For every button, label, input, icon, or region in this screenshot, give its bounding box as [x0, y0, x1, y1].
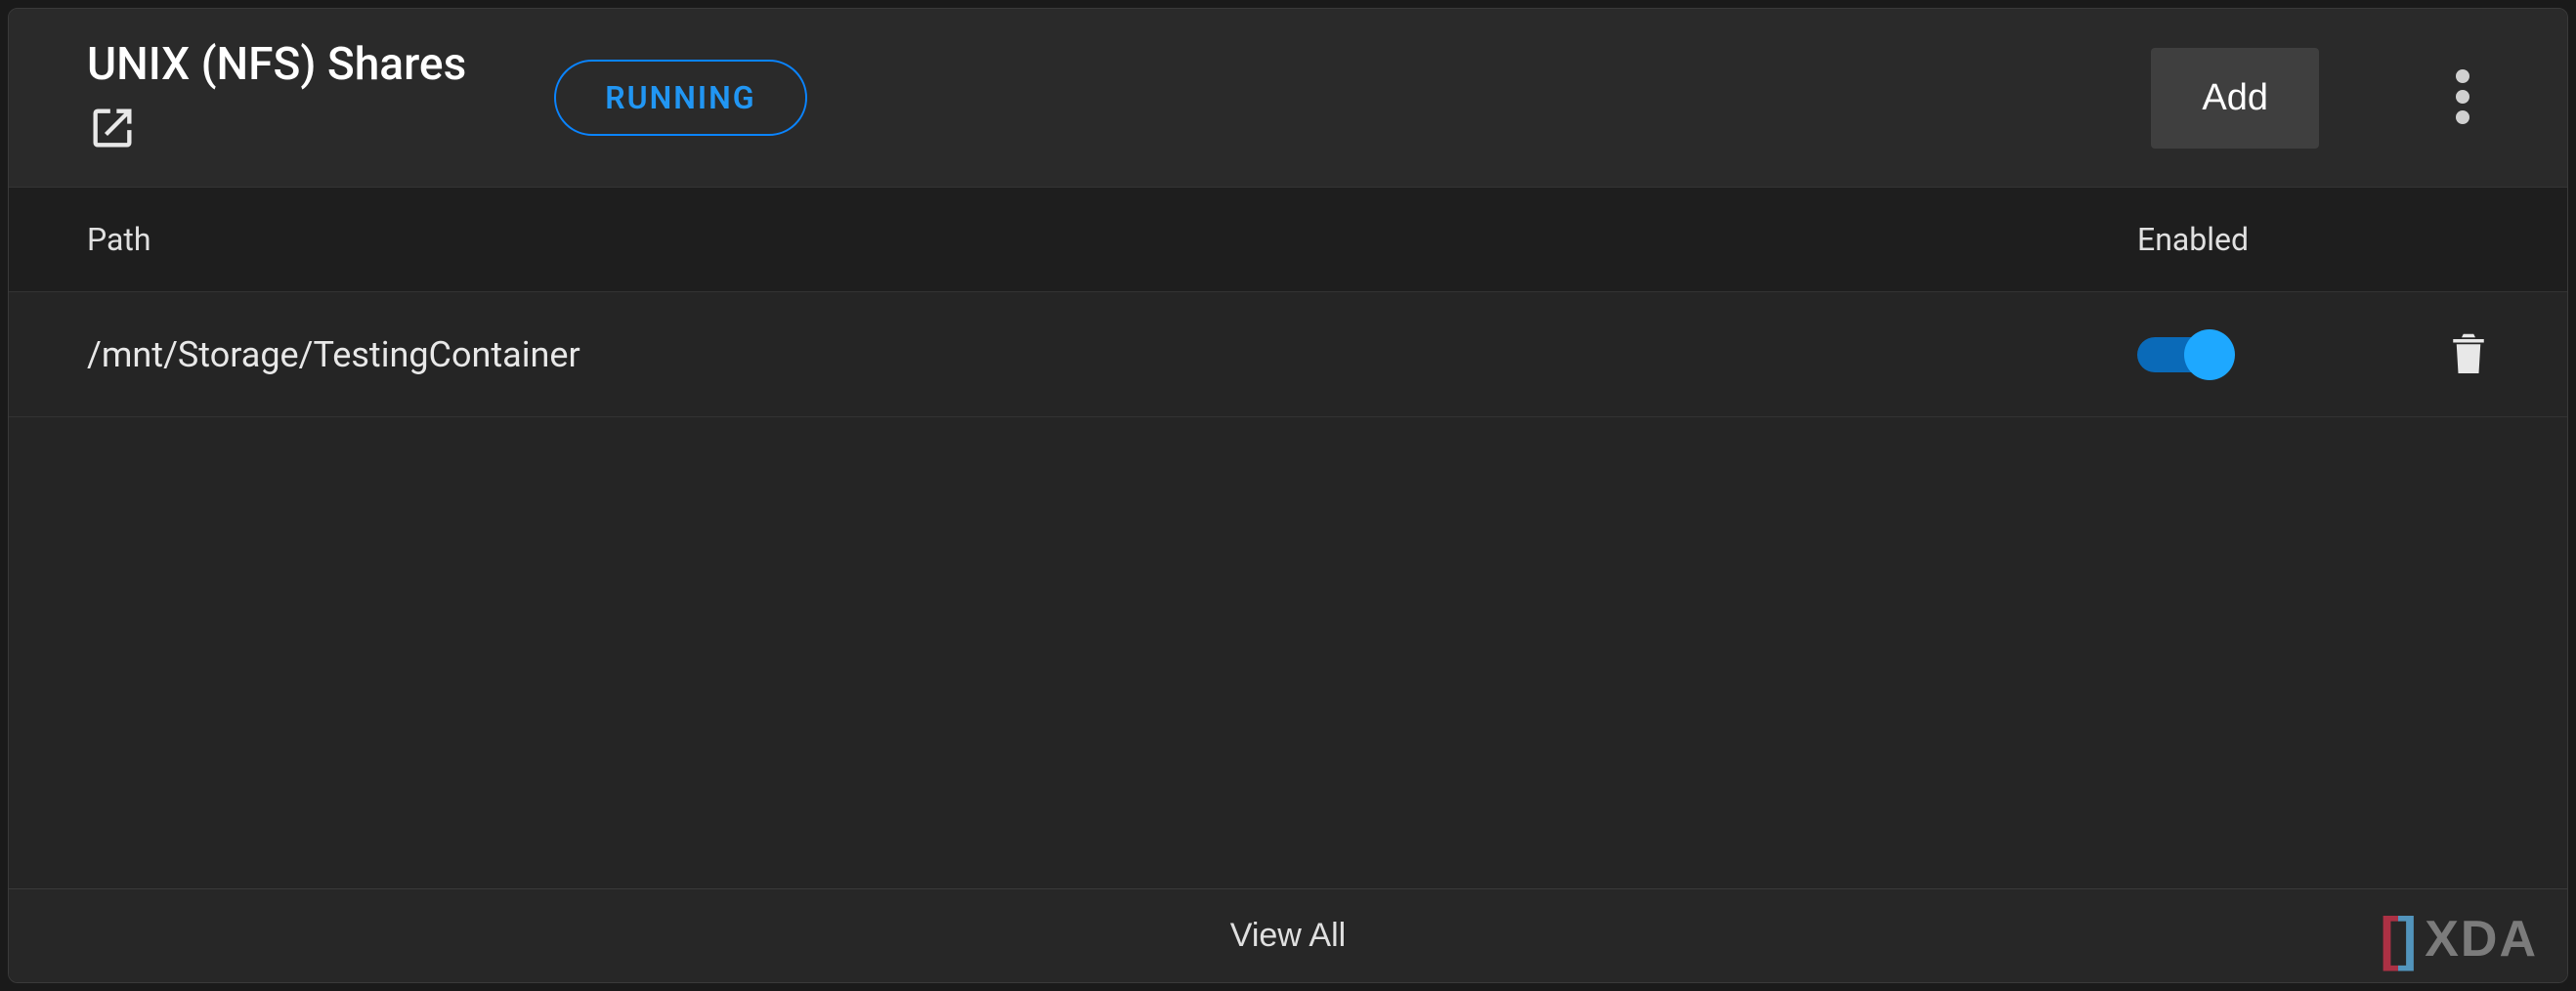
watermark: [ ] XDA	[2380, 905, 2538, 972]
title-group: UNIX (NFS) Shares	[87, 38, 466, 157]
watermark-text: XDA	[2425, 910, 2538, 969]
column-header-enabled: Enabled	[2137, 221, 2372, 258]
enabled-toggle[interactable]	[2137, 337, 2231, 372]
external-link-icon[interactable]	[87, 103, 466, 157]
add-button[interactable]: Add	[2151, 48, 2319, 149]
bracket-icon: ]	[2397, 905, 2417, 972]
column-header-path: Path	[87, 221, 2137, 258]
table-row[interactable]: /mnt/Storage/TestingContainer	[9, 292, 2567, 417]
more-menu-button[interactable]	[2426, 50, 2499, 147]
view-all-button[interactable]: View All	[1230, 917, 1346, 955]
table-header: Path Enabled	[9, 187, 2567, 292]
bracket-icon: [	[2380, 905, 2399, 972]
delete-button[interactable]	[2372, 327, 2489, 381]
row-path: /mnt/Storage/TestingContainer	[87, 334, 2137, 375]
card-title: UNIX (NFS) Shares	[87, 38, 466, 91]
trash-icon	[2448, 327, 2489, 381]
status-badge: RUNNING	[554, 60, 806, 136]
card-footer: View All [ ] XDA	[9, 888, 2567, 982]
table-body: /mnt/Storage/TestingContainer	[9, 292, 2567, 888]
shares-card: UNIX (NFS) Shares RUNNING Add Path Enabl…	[8, 8, 2568, 983]
card-header: UNIX (NFS) Shares RUNNING Add	[9, 9, 2567, 187]
